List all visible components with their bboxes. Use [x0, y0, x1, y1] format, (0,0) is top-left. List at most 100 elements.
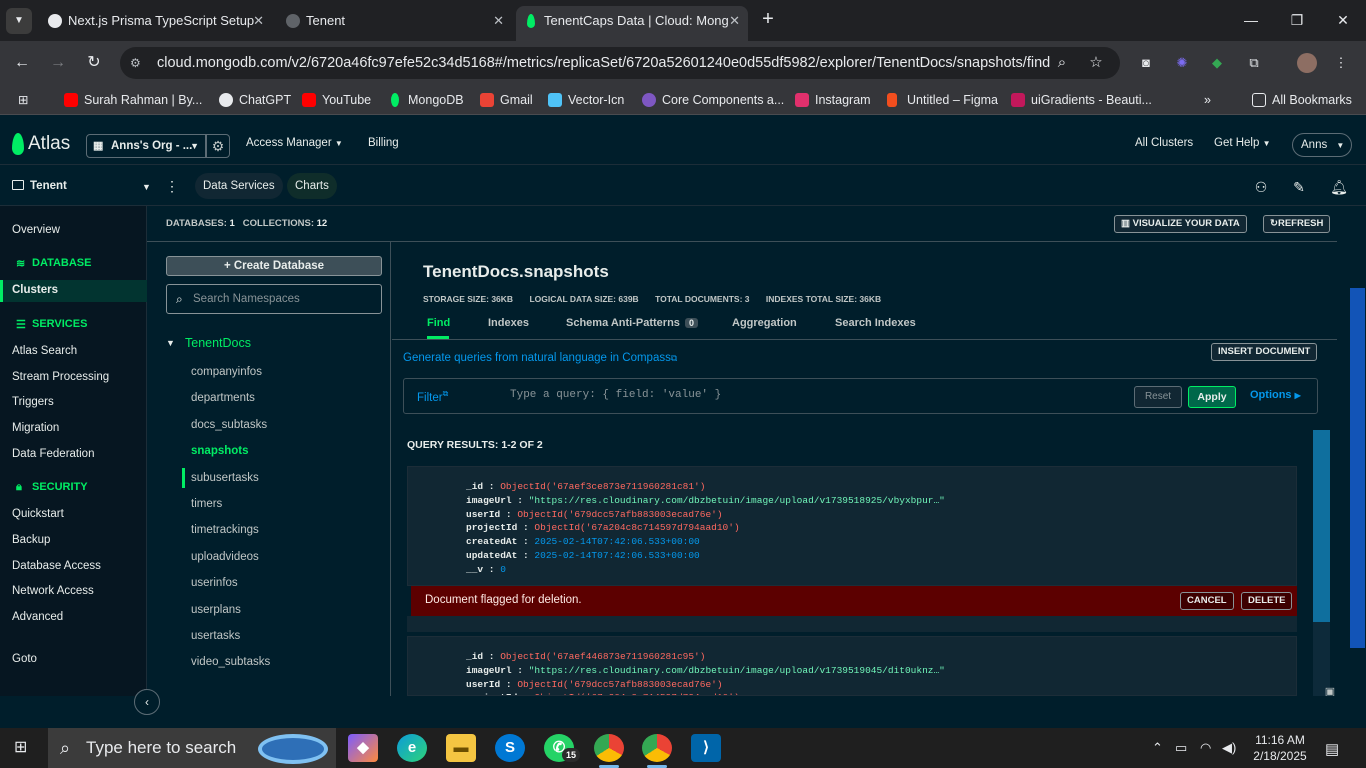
- taskbar-search[interactable]: ⌕: [48, 728, 336, 768]
- file-explorer-icon[interactable]: ▬: [446, 734, 476, 762]
- apps-grid-icon[interactable]: ⊞: [18, 91, 28, 109]
- collection-item[interactable]: companyinfos: [191, 366, 262, 378]
- search-icon[interactable]: ⌕: [1052, 53, 1072, 73]
- sidebar-item-triggers[interactable]: Triggers: [12, 396, 54, 408]
- org-selector[interactable]: ▦ Anns's Org - ... ▼: [86, 134, 206, 158]
- page-scrollbar-thumb[interactable]: [1350, 288, 1365, 648]
- create-database-button[interactable]: + Create Database: [166, 256, 382, 276]
- collection-item[interactable]: video_subtasks: [191, 656, 270, 668]
- profile-avatar[interactable]: [1297, 53, 1317, 73]
- get-help-menu[interactable]: Get Help ▼: [1214, 137, 1271, 149]
- sidebar-item-overview[interactable]: Overview: [12, 224, 60, 236]
- bookmark-youtube[interactable]: YouTube: [302, 91, 371, 109]
- apply-button[interactable]: Apply: [1188, 386, 1236, 408]
- tab-data-services[interactable]: Data Services: [195, 173, 283, 199]
- sidebar-item-quickstart[interactable]: Quickstart: [12, 508, 64, 520]
- sidebar-item-advanced[interactable]: Advanced: [12, 611, 63, 623]
- options-toggle[interactable]: Options ▶: [1250, 389, 1301, 401]
- sidebar-item-migration[interactable]: Migration: [12, 422, 59, 434]
- sidebar-item-goto[interactable]: Goto: [12, 653, 37, 665]
- tab-aggregation[interactable]: Aggregation: [732, 317, 797, 329]
- close-window-icon[interactable]: ✕: [1331, 8, 1355, 32]
- caret-down-icon[interactable]: ▼: [166, 338, 175, 348]
- bookmark-gmail[interactable]: Gmail: [480, 91, 533, 109]
- tab-find[interactable]: Find: [427, 317, 450, 329]
- org-settings-gear-icon[interactable]: ⚙: [206, 134, 230, 158]
- bookmark-chatgpt[interactable]: ChatGPT: [219, 91, 291, 109]
- color-extension-icon[interactable]: ◆: [1207, 53, 1227, 73]
- namespace-search[interactable]: ⌕: [166, 284, 382, 314]
- sidebar-item-backup[interactable]: Backup: [12, 534, 50, 546]
- bookmark-figma[interactable]: Untitled – Figma: [887, 91, 998, 109]
- chrome-profile-app-icon[interactable]: [642, 734, 672, 762]
- bookmark-star-icon[interactable]: ☆: [1086, 53, 1106, 73]
- results-scrollbar-thumb[interactable]: [1313, 430, 1330, 622]
- browser-tab-tenent[interactable]: Tenent ✕: [278, 6, 512, 36]
- compass-nl-link[interactable]: Generate queries from natural language i…: [403, 352, 677, 364]
- battery-icon[interactable]: ▭: [1175, 740, 1187, 756]
- bookmark-core-components[interactable]: Core Components a...: [642, 91, 784, 109]
- document-field[interactable]: imageUrl : "https://res.cloudinary.com/d…: [466, 495, 945, 506]
- site-info-icon[interactable]: ⚙: [130, 56, 144, 70]
- edge-app-icon[interactable]: e: [397, 734, 427, 762]
- bookmark-surah[interactable]: Surah Rahman | By...: [64, 91, 202, 109]
- filter-label[interactable]: Filter⧉: [417, 389, 448, 404]
- forward-arrow-icon[interactable]: →: [46, 51, 70, 75]
- add-user-icon[interactable]: ⚇: [1252, 178, 1270, 196]
- chevron-down-icon[interactable]: ▼: [142, 182, 151, 192]
- puzzle-extensions-icon[interactable]: ⧉: [1244, 53, 1264, 73]
- user-menu-button[interactable]: Anns ▼: [1292, 133, 1352, 157]
- bookmarks-overflow-icon[interactable]: »: [1204, 91, 1211, 109]
- windows-start-icon[interactable]: ⊞: [14, 739, 32, 757]
- close-tab-icon[interactable]: ✕: [493, 6, 504, 36]
- document-field[interactable]: createdAt : 2025-02-14T07:42:06.533+00:0…: [466, 536, 700, 547]
- camera-extension-icon[interactable]: ◙: [1136, 53, 1156, 73]
- namespace-search-input[interactable]: [193, 291, 373, 307]
- browser-tab-tenentcaps[interactable]: TenentCaps Data | Cloud: Mong ✕: [516, 6, 748, 41]
- sidebar-item-data-federation[interactable]: Data Federation: [12, 448, 94, 460]
- activity-feed-icon[interactable]: ✎: [1290, 178, 1308, 196]
- close-tab-icon[interactable]: ✕: [729, 6, 740, 36]
- collection-item[interactable]: userplans: [191, 604, 241, 616]
- delete-button[interactable]: DELETE: [1241, 592, 1293, 610]
- cancel-button[interactable]: CANCEL: [1180, 592, 1234, 610]
- collection-item[interactable]: timetrackings: [191, 524, 259, 536]
- vscode-app-icon[interactable]: ⟩: [691, 734, 721, 762]
- collection-item-active[interactable]: snapshots: [191, 445, 249, 457]
- notification-bell-icon[interactable]: 🔔︎: [1330, 178, 1348, 196]
- volume-icon[interactable]: ◀): [1222, 740, 1236, 756]
- document-field[interactable]: updatedAt : 2025-02-14T07:42:06.533+00:0…: [466, 550, 700, 561]
- bookmark-uigradients[interactable]: uiGradients - Beauti...: [1011, 91, 1152, 109]
- collection-item[interactable]: usertasks: [191, 630, 240, 642]
- more-menu-icon[interactable]: ⋮: [1331, 53, 1351, 73]
- reset-button[interactable]: Reset: [1134, 386, 1182, 408]
- document-field[interactable]: imageUrl : "https://res.cloudinary.com/d…: [466, 665, 945, 676]
- sidebar-item-network-access[interactable]: Network Access: [12, 585, 94, 597]
- collection-item[interactable]: userinfos: [191, 577, 238, 589]
- billing-link[interactable]: Billing: [368, 137, 399, 149]
- collection-item[interactable]: subusertasks: [191, 472, 259, 484]
- all-bookmarks[interactable]: All Bookmarks: [1252, 91, 1352, 109]
- sidebar-item-clusters[interactable]: Clusters: [12, 284, 58, 296]
- visualize-data-button[interactable]: ▥ VISUALIZE YOUR DATA: [1114, 215, 1247, 233]
- atlas-logo[interactable]: Atlas: [28, 133, 70, 155]
- document-field[interactable]: projectId : ObjectId('67a204c8c714597d79…: [466, 522, 740, 533]
- sidebar-item-stream-processing[interactable]: Stream Processing: [12, 371, 109, 383]
- refresh-button[interactable]: ↻REFRESH: [1263, 215, 1331, 233]
- copilot-app-icon[interactable]: ◆: [348, 734, 378, 762]
- taskbar-search-input[interactable]: [86, 737, 266, 759]
- bookmark-vector-icn[interactable]: Vector-Icn: [548, 91, 624, 109]
- minimize-icon[interactable]: —: [1239, 8, 1263, 32]
- access-manager-menu[interactable]: Access Manager ▼: [246, 137, 343, 149]
- collection-item[interactable]: uploadvideos: [191, 551, 259, 563]
- document-field[interactable]: userId : ObjectId('679dcc57afb883003ecad…: [466, 509, 723, 520]
- sidebar-item-atlas-search[interactable]: Atlas Search: [12, 345, 77, 357]
- collapse-sidebar-button[interactable]: ‹: [134, 689, 160, 715]
- tab-schema-anti-patterns[interactable]: Schema Anti-Patterns 0: [566, 317, 698, 329]
- filter-query-input[interactable]: Type a query: { field: 'value' }: [510, 389, 721, 401]
- document-field[interactable]: userId : ObjectId('679dcc57afb883003ecad…: [466, 679, 723, 690]
- tab-charts[interactable]: Charts: [287, 173, 337, 199]
- tab-indexes[interactable]: Indexes: [488, 317, 529, 329]
- all-clusters-link[interactable]: All Clusters: [1135, 137, 1193, 149]
- wifi-icon[interactable]: ◠: [1200, 740, 1211, 756]
